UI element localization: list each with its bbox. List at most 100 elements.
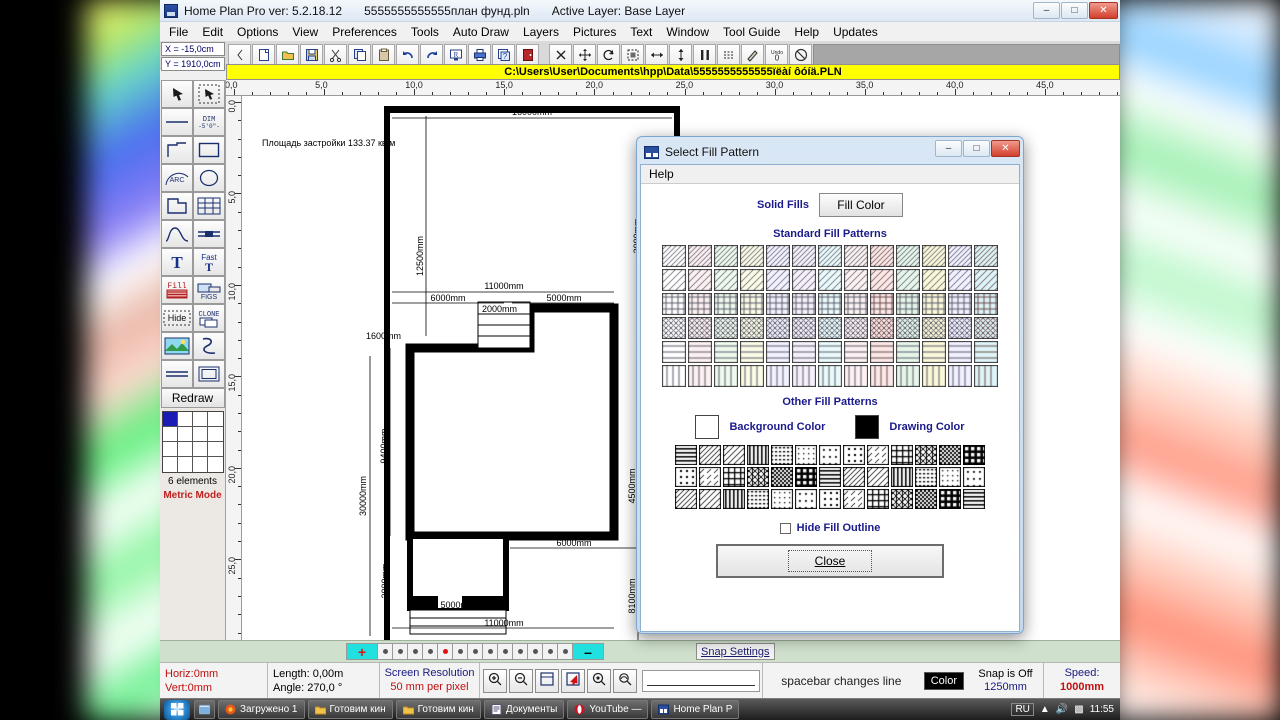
menu-item-file[interactable]: File (162, 23, 195, 41)
palette-tool-figures[interactable]: FIGS (192, 276, 225, 304)
layer-color-cell[interactable] (162, 442, 178, 457)
layer-dot-2[interactable] (407, 643, 423, 660)
fill-pattern-swatch[interactable] (922, 341, 946, 363)
layer-color-cell[interactable] (178, 457, 193, 472)
remove-layer-button[interactable]: – (572, 643, 604, 660)
layer-color-cell[interactable] (192, 442, 208, 457)
fill-pattern-swatch[interactable] (896, 293, 920, 315)
fill-pattern-swatch[interactable] (844, 293, 868, 315)
taskbar-item-1[interactable]: Загружено 1 (218, 700, 305, 719)
network-icon[interactable]: ▩ (1074, 704, 1083, 715)
other-fill-pattern-swatch[interactable] (747, 489, 769, 509)
windows-start-orb-icon[interactable] (164, 699, 190, 720)
fill-pattern-swatch[interactable] (740, 245, 764, 267)
fill-pattern-swatch[interactable] (844, 317, 868, 339)
fill-pattern-swatch[interactable] (818, 317, 842, 339)
fill-pattern-swatch[interactable] (688, 293, 712, 315)
other-fill-pattern-swatch[interactable] (867, 467, 889, 487)
fill-pattern-swatch[interactable] (870, 269, 894, 291)
dialog-maximize-button[interactable]: □ (963, 140, 990, 157)
fill-pattern-swatch[interactable] (922, 269, 946, 291)
fill-pattern-swatch[interactable] (792, 269, 816, 291)
other-fill-pattern-swatch[interactable] (939, 489, 961, 509)
other-fill-pattern-swatch[interactable] (867, 489, 889, 509)
fill-pattern-swatch[interactable] (948, 269, 972, 291)
palette-tool-line[interactable] (160, 108, 193, 136)
zoom-previous-button[interactable] (587, 668, 611, 693)
layer-color-cell[interactable] (163, 457, 178, 472)
other-fill-pattern-swatch[interactable] (915, 489, 937, 509)
fill-pattern-swatch[interactable] (818, 341, 842, 363)
fill-pattern-swatch[interactable] (818, 269, 842, 291)
other-fill-pattern-swatch[interactable] (915, 445, 937, 465)
close-button[interactable]: ✕ (1089, 2, 1118, 19)
dialog-menu-help[interactable]: Help (649, 167, 674, 181)
dialog-minimize-button[interactable]: – (935, 140, 962, 157)
palette-tool-frame[interactable] (192, 360, 225, 388)
chevron-up-icon[interactable]: ▲ (1040, 704, 1050, 715)
other-fill-pattern-swatch[interactable] (699, 445, 721, 465)
palette-tool-polyline[interactable] (160, 136, 193, 164)
background-color-swatch[interactable] (695, 415, 720, 439)
layer-dot-12[interactable] (557, 643, 573, 660)
fill-pattern-swatch[interactable] (844, 269, 868, 291)
fill-pattern-swatch[interactable] (766, 245, 790, 267)
menu-item-pictures[interactable]: Pictures (566, 23, 623, 41)
other-fill-pattern-swatch[interactable] (819, 445, 841, 465)
fill-pattern-swatch[interactable] (740, 269, 764, 291)
color-button[interactable]: Color (923, 671, 964, 690)
fill-pattern-swatch[interactable] (662, 317, 686, 339)
layer-color-cell[interactable] (177, 442, 193, 457)
fill-pattern-swatch[interactable] (662, 245, 686, 267)
hide-fill-outline-checkbox[interactable] (779, 522, 791, 534)
taskbar-item-5[interactable]: YouTube — (567, 700, 649, 719)
other-fill-pattern-swatch[interactable] (891, 445, 913, 465)
fill-pattern-swatch[interactable] (948, 365, 972, 387)
layer-color-cell[interactable] (192, 412, 208, 427)
menu-item-preferences[interactable]: Preferences (325, 23, 404, 41)
layer-color-cell[interactable] (207, 412, 223, 427)
volume-icon[interactable]: 🔊 (1056, 704, 1068, 715)
layer-dot-4[interactable] (437, 643, 453, 660)
menu-item-options[interactable]: Options (230, 23, 285, 41)
maximize-button[interactable]: □ (1061, 2, 1088, 19)
fill-pattern-swatch[interactable] (844, 245, 868, 267)
palette-tool-select-arrow[interactable] (160, 80, 193, 108)
taskbar-item-2[interactable]: Готовим кин (307, 700, 393, 719)
other-fill-pattern-swatch[interactable] (939, 445, 961, 465)
fill-pattern-swatch[interactable] (688, 341, 712, 363)
other-fill-pattern-swatch[interactable] (939, 467, 961, 487)
fill-pattern-swatch[interactable] (922, 317, 946, 339)
other-fill-pattern-swatch[interactable] (867, 445, 889, 465)
layer-dot-7[interactable] (482, 643, 498, 660)
other-fill-pattern-swatch[interactable] (795, 467, 817, 487)
other-fill-pattern-swatch[interactable] (819, 467, 841, 487)
other-fill-pattern-swatch[interactable] (891, 467, 913, 487)
other-fill-pattern-swatch[interactable] (747, 445, 769, 465)
palette-tool-dimension[interactable]: DIM -5'0"- (192, 108, 225, 136)
other-fill-pattern-swatch[interactable] (675, 489, 697, 509)
zoom-in-button[interactable] (483, 668, 507, 693)
palette-tool-double-line[interactable] (192, 220, 225, 248)
fill-pattern-swatch[interactable] (766, 269, 790, 291)
fill-pattern-swatch[interactable] (792, 317, 816, 339)
minimize-button[interactable]: – (1033, 2, 1060, 19)
zoom-entry-field[interactable] (642, 669, 760, 692)
fill-pattern-swatch[interactable] (662, 365, 686, 387)
other-fill-pattern-swatch[interactable] (771, 445, 793, 465)
palette-tool-wall-corner[interactable] (160, 192, 193, 220)
fill-pattern-swatch[interactable] (974, 341, 998, 363)
fill-pattern-swatch[interactable] (766, 341, 790, 363)
fill-pattern-swatch[interactable] (792, 245, 816, 267)
layer-dot-3[interactable] (422, 643, 438, 660)
zoom-out-button[interactable] (509, 668, 533, 693)
fill-pattern-swatch[interactable] (766, 317, 790, 339)
fill-pattern-swatch[interactable] (974, 317, 998, 339)
other-fill-pattern-swatch[interactable] (771, 467, 793, 487)
menu-item-text[interactable]: Text (623, 23, 659, 41)
fill-pattern-swatch[interactable] (844, 341, 868, 363)
fill-pattern-swatch[interactable] (896, 365, 920, 387)
fill-pattern-swatch[interactable] (818, 365, 842, 387)
fill-pattern-swatch[interactable] (896, 317, 920, 339)
menu-item-view[interactable]: View (285, 23, 325, 41)
